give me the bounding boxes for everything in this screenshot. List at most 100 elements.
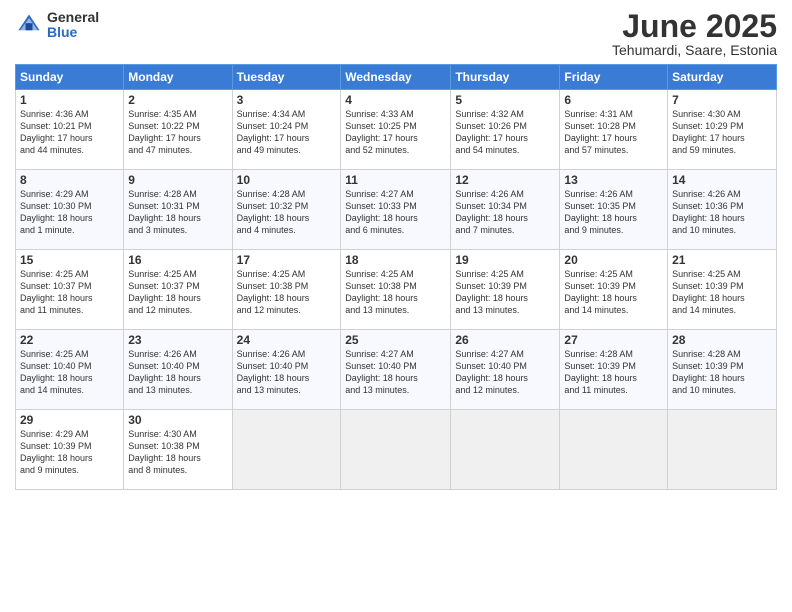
table-row: 28Sunrise: 4:28 AM Sunset: 10:39 PM Dayl…	[668, 330, 777, 410]
day-info: Sunrise: 4:27 AM Sunset: 10:33 PM Daylig…	[345, 188, 446, 237]
day-info: Sunrise: 4:32 AM Sunset: 10:26 PM Daylig…	[455, 108, 555, 157]
table-row	[341, 410, 451, 490]
month-title: June 2025	[612, 10, 777, 42]
day-number: 28	[672, 333, 772, 347]
day-number: 25	[345, 333, 446, 347]
col-thursday: Thursday	[451, 65, 560, 90]
day-info: Sunrise: 4:28 AM Sunset: 10:39 PM Daylig…	[564, 348, 663, 397]
day-number: 16	[128, 253, 227, 267]
col-friday: Friday	[560, 65, 668, 90]
table-row: 5Sunrise: 4:32 AM Sunset: 10:26 PM Dayli…	[451, 90, 560, 170]
table-row: 7Sunrise: 4:30 AM Sunset: 10:29 PM Dayli…	[668, 90, 777, 170]
table-row: 16Sunrise: 4:25 AM Sunset: 10:37 PM Dayl…	[124, 250, 232, 330]
day-info: Sunrise: 4:25 AM Sunset: 10:38 PM Daylig…	[237, 268, 337, 317]
day-info: Sunrise: 4:28 AM Sunset: 10:39 PM Daylig…	[672, 348, 772, 397]
day-info: Sunrise: 4:34 AM Sunset: 10:24 PM Daylig…	[237, 108, 337, 157]
table-row: 6Sunrise: 4:31 AM Sunset: 10:28 PM Dayli…	[560, 90, 668, 170]
day-number: 27	[564, 333, 663, 347]
day-number: 5	[455, 93, 555, 107]
day-number: 8	[20, 173, 119, 187]
day-info: Sunrise: 4:26 AM Sunset: 10:40 PM Daylig…	[237, 348, 337, 397]
table-row	[451, 410, 560, 490]
day-number: 11	[345, 173, 446, 187]
table-row: 13Sunrise: 4:26 AM Sunset: 10:35 PM Dayl…	[560, 170, 668, 250]
calendar-week-row: 22Sunrise: 4:25 AM Sunset: 10:40 PM Dayl…	[16, 330, 777, 410]
table-row: 18Sunrise: 4:25 AM Sunset: 10:38 PM Dayl…	[341, 250, 451, 330]
day-number: 18	[345, 253, 446, 267]
day-number: 15	[20, 253, 119, 267]
table-row: 11Sunrise: 4:27 AM Sunset: 10:33 PM Dayl…	[341, 170, 451, 250]
table-row	[560, 410, 668, 490]
table-row: 17Sunrise: 4:25 AM Sunset: 10:38 PM Dayl…	[232, 250, 341, 330]
day-info: Sunrise: 4:25 AM Sunset: 10:37 PM Daylig…	[20, 268, 119, 317]
day-number: 9	[128, 173, 227, 187]
day-info: Sunrise: 4:29 AM Sunset: 10:39 PM Daylig…	[20, 428, 119, 477]
table-row: 9Sunrise: 4:28 AM Sunset: 10:31 PM Dayli…	[124, 170, 232, 250]
table-row: 29Sunrise: 4:29 AM Sunset: 10:39 PM Dayl…	[16, 410, 124, 490]
day-info: Sunrise: 4:25 AM Sunset: 10:40 PM Daylig…	[20, 348, 119, 397]
col-monday: Monday	[124, 65, 232, 90]
day-number: 20	[564, 253, 663, 267]
table-row: 26Sunrise: 4:27 AM Sunset: 10:40 PM Dayl…	[451, 330, 560, 410]
calendar-header-row: Sunday Monday Tuesday Wednesday Thursday…	[16, 65, 777, 90]
table-row: 23Sunrise: 4:26 AM Sunset: 10:40 PM Dayl…	[124, 330, 232, 410]
day-number: 2	[128, 93, 227, 107]
day-number: 21	[672, 253, 772, 267]
day-info: Sunrise: 4:30 AM Sunset: 10:38 PM Daylig…	[128, 428, 227, 477]
day-number: 19	[455, 253, 555, 267]
col-saturday: Saturday	[668, 65, 777, 90]
table-row: 30Sunrise: 4:30 AM Sunset: 10:38 PM Dayl…	[124, 410, 232, 490]
day-number: 12	[455, 173, 555, 187]
calendar-week-row: 1Sunrise: 4:36 AM Sunset: 10:21 PM Dayli…	[16, 90, 777, 170]
col-wednesday: Wednesday	[341, 65, 451, 90]
day-number: 26	[455, 333, 555, 347]
day-info: Sunrise: 4:31 AM Sunset: 10:28 PM Daylig…	[564, 108, 663, 157]
table-row: 19Sunrise: 4:25 AM Sunset: 10:39 PM Dayl…	[451, 250, 560, 330]
table-row: 25Sunrise: 4:27 AM Sunset: 10:40 PM Dayl…	[341, 330, 451, 410]
day-number: 4	[345, 93, 446, 107]
day-info: Sunrise: 4:27 AM Sunset: 10:40 PM Daylig…	[345, 348, 446, 397]
table-row: 2Sunrise: 4:35 AM Sunset: 10:22 PM Dayli…	[124, 90, 232, 170]
table-row: 27Sunrise: 4:28 AM Sunset: 10:39 PM Dayl…	[560, 330, 668, 410]
day-info: Sunrise: 4:36 AM Sunset: 10:21 PM Daylig…	[20, 108, 119, 157]
day-number: 30	[128, 413, 227, 427]
day-info: Sunrise: 4:25 AM Sunset: 10:39 PM Daylig…	[455, 268, 555, 317]
day-number: 29	[20, 413, 119, 427]
table-row: 8Sunrise: 4:29 AM Sunset: 10:30 PM Dayli…	[16, 170, 124, 250]
table-row: 22Sunrise: 4:25 AM Sunset: 10:40 PM Dayl…	[16, 330, 124, 410]
day-info: Sunrise: 4:35 AM Sunset: 10:22 PM Daylig…	[128, 108, 227, 157]
calendar-week-row: 15Sunrise: 4:25 AM Sunset: 10:37 PM Dayl…	[16, 250, 777, 330]
table-row	[232, 410, 341, 490]
day-info: Sunrise: 4:26 AM Sunset: 10:35 PM Daylig…	[564, 188, 663, 237]
day-info: Sunrise: 4:27 AM Sunset: 10:40 PM Daylig…	[455, 348, 555, 397]
day-number: 10	[237, 173, 337, 187]
day-number: 24	[237, 333, 337, 347]
day-info: Sunrise: 4:29 AM Sunset: 10:30 PM Daylig…	[20, 188, 119, 237]
day-info: Sunrise: 4:33 AM Sunset: 10:25 PM Daylig…	[345, 108, 446, 157]
logo-icon	[15, 11, 43, 39]
day-info: Sunrise: 4:30 AM Sunset: 10:29 PM Daylig…	[672, 108, 772, 157]
logo-text: General Blue	[47, 10, 99, 41]
page: General Blue June 2025 Tehumardi, Saare,…	[0, 0, 792, 612]
col-sunday: Sunday	[16, 65, 124, 90]
day-number: 17	[237, 253, 337, 267]
logo: General Blue	[15, 10, 99, 41]
title-section: June 2025 Tehumardi, Saare, Estonia	[612, 10, 777, 58]
table-row: 24Sunrise: 4:26 AM Sunset: 10:40 PM Dayl…	[232, 330, 341, 410]
day-info: Sunrise: 4:25 AM Sunset: 10:37 PM Daylig…	[128, 268, 227, 317]
day-info: Sunrise: 4:26 AM Sunset: 10:34 PM Daylig…	[455, 188, 555, 237]
day-info: Sunrise: 4:26 AM Sunset: 10:40 PM Daylig…	[128, 348, 227, 397]
calendar-week-row: 8Sunrise: 4:29 AM Sunset: 10:30 PM Dayli…	[16, 170, 777, 250]
logo-general-text: General	[47, 10, 99, 25]
calendar-week-row: 29Sunrise: 4:29 AM Sunset: 10:39 PM Dayl…	[16, 410, 777, 490]
day-info: Sunrise: 4:25 AM Sunset: 10:39 PM Daylig…	[564, 268, 663, 317]
table-row: 1Sunrise: 4:36 AM Sunset: 10:21 PM Dayli…	[16, 90, 124, 170]
day-number: 1	[20, 93, 119, 107]
table-row: 3Sunrise: 4:34 AM Sunset: 10:24 PM Dayli…	[232, 90, 341, 170]
day-number: 6	[564, 93, 663, 107]
location-subtitle: Tehumardi, Saare, Estonia	[612, 42, 777, 58]
table-row: 21Sunrise: 4:25 AM Sunset: 10:39 PM Dayl…	[668, 250, 777, 330]
day-number: 14	[672, 173, 772, 187]
day-info: Sunrise: 4:28 AM Sunset: 10:31 PM Daylig…	[128, 188, 227, 237]
day-number: 13	[564, 173, 663, 187]
